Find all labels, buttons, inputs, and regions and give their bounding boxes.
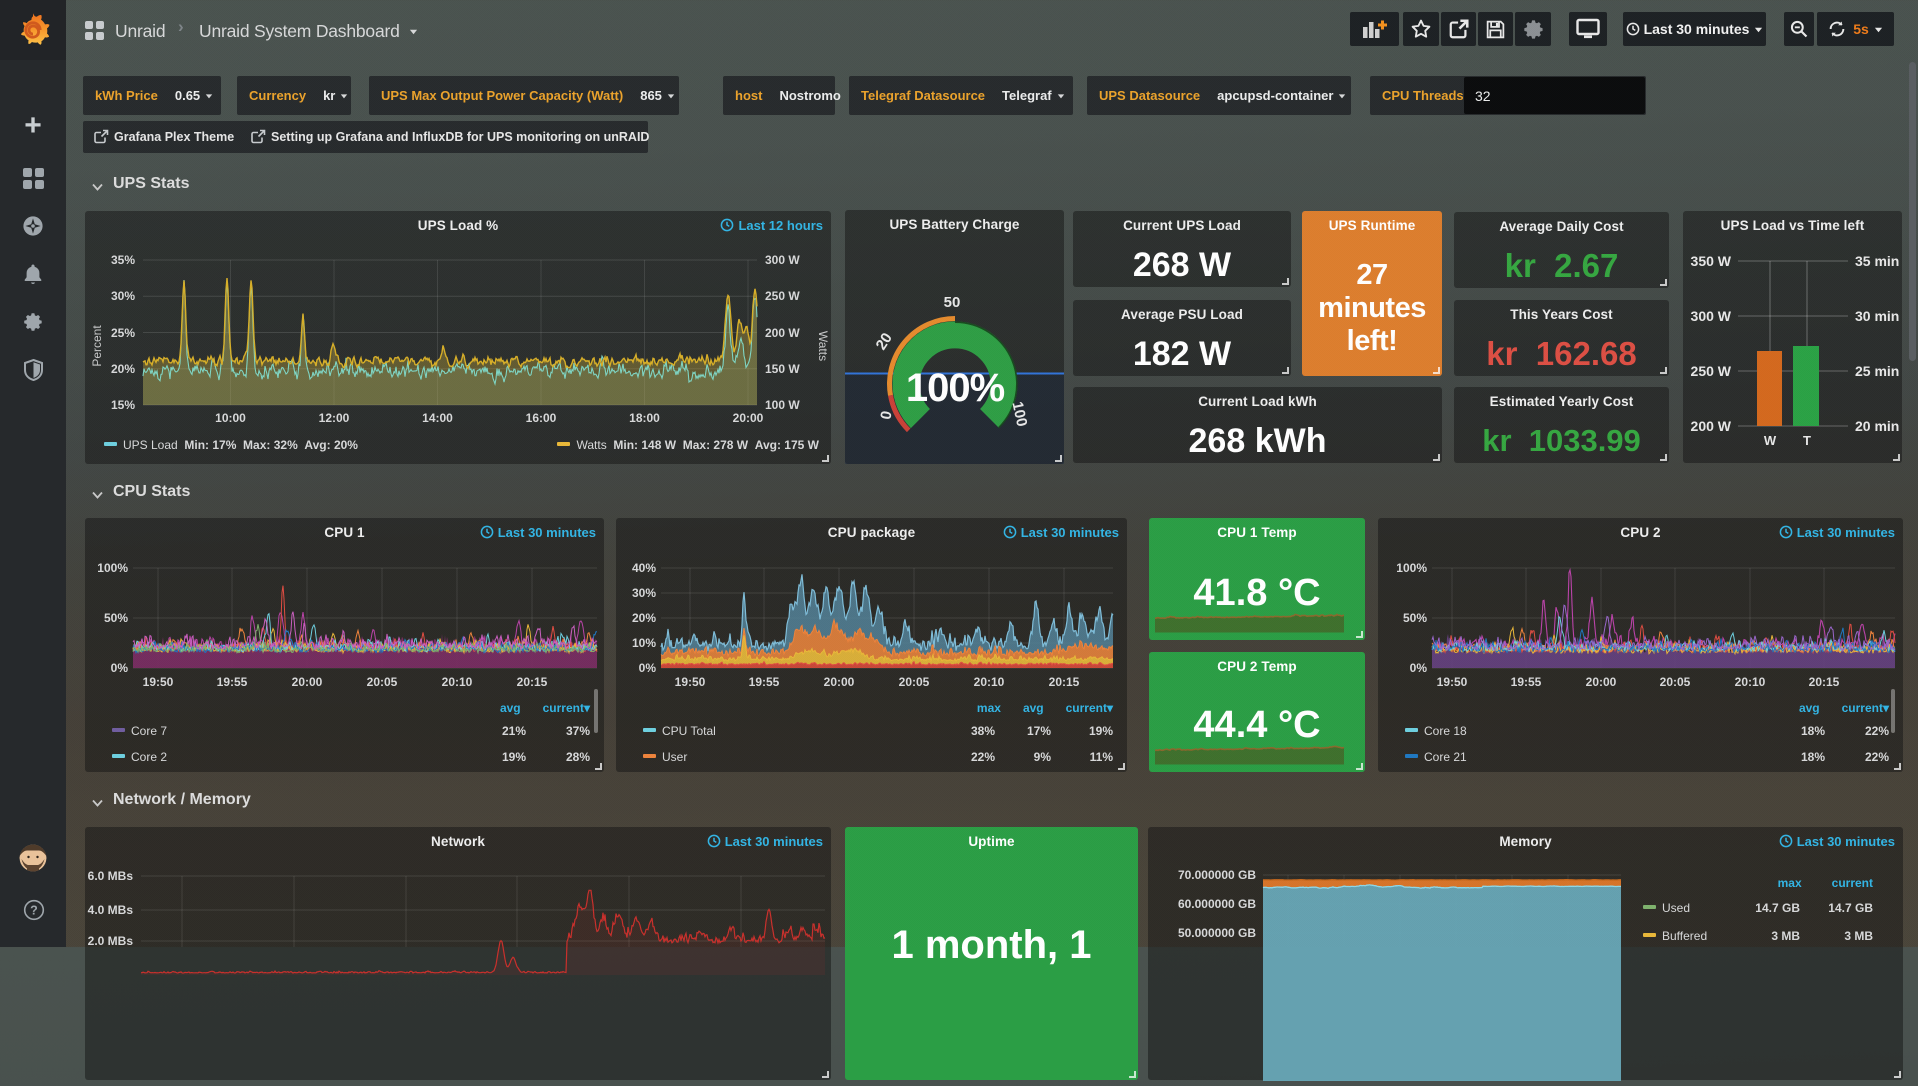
svg-text:100%: 100%: [97, 561, 128, 575]
svg-text:20:00: 20:00: [733, 411, 764, 425]
svg-text:40%: 40%: [632, 561, 656, 575]
svg-text:20%: 20%: [632, 611, 656, 625]
svg-text:60.000000 GB: 60.000000 GB: [1178, 897, 1256, 911]
svg-text:14:00: 14:00: [422, 411, 453, 425]
svg-text:6.0 MBs: 6.0 MBs: [88, 869, 134, 883]
svg-text:16:00: 16:00: [526, 411, 557, 425]
svg-text:Watts: Watts: [816, 331, 830, 361]
svg-text:19:55: 19:55: [1511, 675, 1542, 689]
svg-text:20:05: 20:05: [1660, 675, 1691, 689]
svg-text:150 W: 150 W: [765, 362, 800, 376]
svg-text:4.0 MBs: 4.0 MBs: [88, 903, 134, 917]
svg-text:W: W: [1764, 433, 1777, 448]
svg-text:300 W: 300 W: [765, 253, 800, 267]
svg-text:20:00: 20:00: [824, 675, 855, 689]
svg-text:250 W: 250 W: [1691, 363, 1732, 379]
svg-text:20%: 20%: [111, 362, 135, 376]
svg-text:25%: 25%: [111, 326, 135, 340]
svg-text:200 W: 200 W: [765, 326, 800, 340]
svg-text:25 min: 25 min: [1855, 363, 1899, 379]
svg-text:20:15: 20:15: [1049, 675, 1080, 689]
svg-text:0%: 0%: [1410, 661, 1428, 675]
svg-text:12:00: 12:00: [319, 411, 350, 425]
svg-text:19:55: 19:55: [749, 675, 780, 689]
svg-text:19:55: 19:55: [217, 675, 248, 689]
svg-text:20: 20: [873, 330, 896, 353]
svg-text:100 W: 100 W: [765, 398, 800, 412]
svg-text:?: ?: [30, 904, 38, 918]
svg-text:19:50: 19:50: [143, 675, 174, 689]
svg-text:20:10: 20:10: [442, 675, 473, 689]
svg-text:20:10: 20:10: [1735, 675, 1766, 689]
svg-text:15%: 15%: [111, 398, 135, 412]
svg-text:350 W: 350 W: [1691, 253, 1732, 269]
svg-text:20:15: 20:15: [517, 675, 548, 689]
svg-text:19:50: 19:50: [1437, 675, 1468, 689]
svg-text:30 min: 30 min: [1855, 308, 1899, 324]
svg-text:50%: 50%: [1403, 611, 1427, 625]
svg-text:2.0 MBs: 2.0 MBs: [88, 934, 134, 948]
svg-text:50%: 50%: [104, 611, 128, 625]
svg-text:300 W: 300 W: [1691, 308, 1732, 324]
svg-text:20:00: 20:00: [1586, 675, 1617, 689]
svg-text:35 min: 35 min: [1855, 253, 1899, 269]
svg-text:20:10: 20:10: [974, 675, 1005, 689]
svg-text:30%: 30%: [632, 586, 656, 600]
svg-text:35%: 35%: [111, 253, 135, 267]
svg-text:100%: 100%: [906, 366, 1005, 410]
svg-text:10%: 10%: [632, 636, 656, 650]
svg-text:50: 50: [944, 294, 961, 311]
svg-text:30%: 30%: [111, 289, 135, 303]
svg-text:T: T: [1803, 433, 1811, 448]
svg-text:10:00: 10:00: [215, 411, 246, 425]
svg-text:Percent: Percent: [90, 325, 104, 367]
svg-text:20:00: 20:00: [292, 675, 323, 689]
svg-text:200 W: 200 W: [1691, 418, 1732, 434]
svg-text:18:00: 18:00: [629, 411, 660, 425]
svg-text:19:50: 19:50: [675, 675, 706, 689]
svg-text:20:05: 20:05: [899, 675, 930, 689]
svg-text:20 min: 20 min: [1855, 418, 1899, 434]
svg-text:20:15: 20:15: [1809, 675, 1840, 689]
svg-text:50.000000 GB: 50.000000 GB: [1178, 926, 1256, 940]
svg-text:20:05: 20:05: [367, 675, 398, 689]
svg-text:0%: 0%: [639, 661, 657, 675]
svg-text:100%: 100%: [1396, 561, 1427, 575]
svg-text:0%: 0%: [111, 661, 129, 675]
svg-text:250 W: 250 W: [765, 289, 800, 303]
